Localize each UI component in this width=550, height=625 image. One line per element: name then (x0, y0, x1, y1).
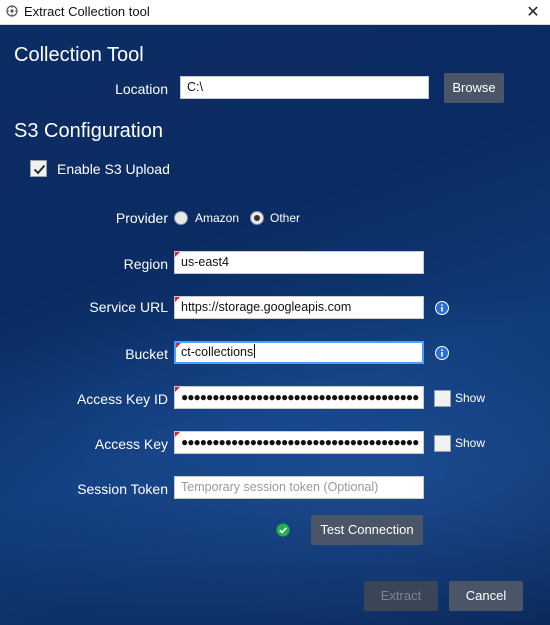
cancel-button[interactable]: Cancel (449, 581, 523, 611)
region-input[interactable]: us-east4 (174, 251, 424, 274)
info-icon[interactable] (435, 301, 449, 315)
close-icon: ✕ (526, 4, 540, 21)
show-access-key-id-checkbox[interactable] (434, 390, 451, 407)
access-key-id-label: Access Key ID (76, 391, 168, 407)
extract-button[interactable]: Extract (364, 581, 438, 611)
service-url-label: Service URL (89, 299, 168, 315)
app-icon (6, 5, 18, 17)
session-token-label: Session Token (77, 481, 168, 497)
enable-s3-checkbox[interactable] (30, 160, 47, 177)
radio-selected-dot (254, 215, 260, 221)
close-button[interactable]: ✕ (516, 0, 550, 24)
s3-configuration-heading: S3 Configuration (14, 120, 163, 142)
session-token-input[interactable]: Temporary session token (Optional) (174, 476, 424, 499)
region-label: Region (123, 256, 168, 272)
bucket-label: Bucket (125, 346, 168, 362)
info-icon[interactable] (435, 346, 449, 360)
provider-other-label: Other (270, 211, 301, 225)
provider-other-radio[interactable] (250, 211, 264, 225)
location-label: Location (115, 81, 168, 97)
show-access-key-label: Show (455, 436, 486, 450)
show-access-key-id-label: Show (455, 391, 486, 405)
bucket-value: ct-collections (181, 345, 254, 359)
checkmark-icon (33, 164, 46, 175)
success-check-icon (276, 523, 290, 537)
service-url-input[interactable]: https://storage.googleapis.com (174, 296, 424, 319)
show-access-key-checkbox[interactable] (434, 435, 451, 452)
provider-label: Provider (115, 210, 168, 226)
bucket-input[interactable]: ct-collections (174, 341, 424, 364)
browse-button[interactable]: Browse (444, 73, 504, 103)
test-connection-button[interactable]: Test Connection (311, 515, 423, 545)
access-key-label: Access Key (94, 436, 168, 452)
provider-amazon-radio[interactable] (174, 211, 188, 225)
location-input[interactable]: C:\ (180, 76, 429, 99)
enable-s3-label: Enable S3 Upload (57, 161, 170, 177)
window-title: Extract Collection tool (24, 4, 150, 19)
access-key-input[interactable]: ●●●●●●●●●●●●●●●●●●●●●●●●●●●●●●●●●●●●●● (174, 431, 424, 454)
text-cursor (254, 344, 256, 358)
extract-collection-window: Extract Collection tool ✕ Collection Too… (0, 0, 550, 625)
collection-tool-heading: Collection Tool (14, 44, 144, 66)
access-key-id-input[interactable]: ●●●●●●●●●●●●●●●●●●●●●●●●●●●●●●●●●●●●●● (174, 386, 424, 409)
title-bar: Extract Collection tool ✕ (0, 0, 550, 25)
provider-amazon-label: Amazon (195, 211, 240, 225)
